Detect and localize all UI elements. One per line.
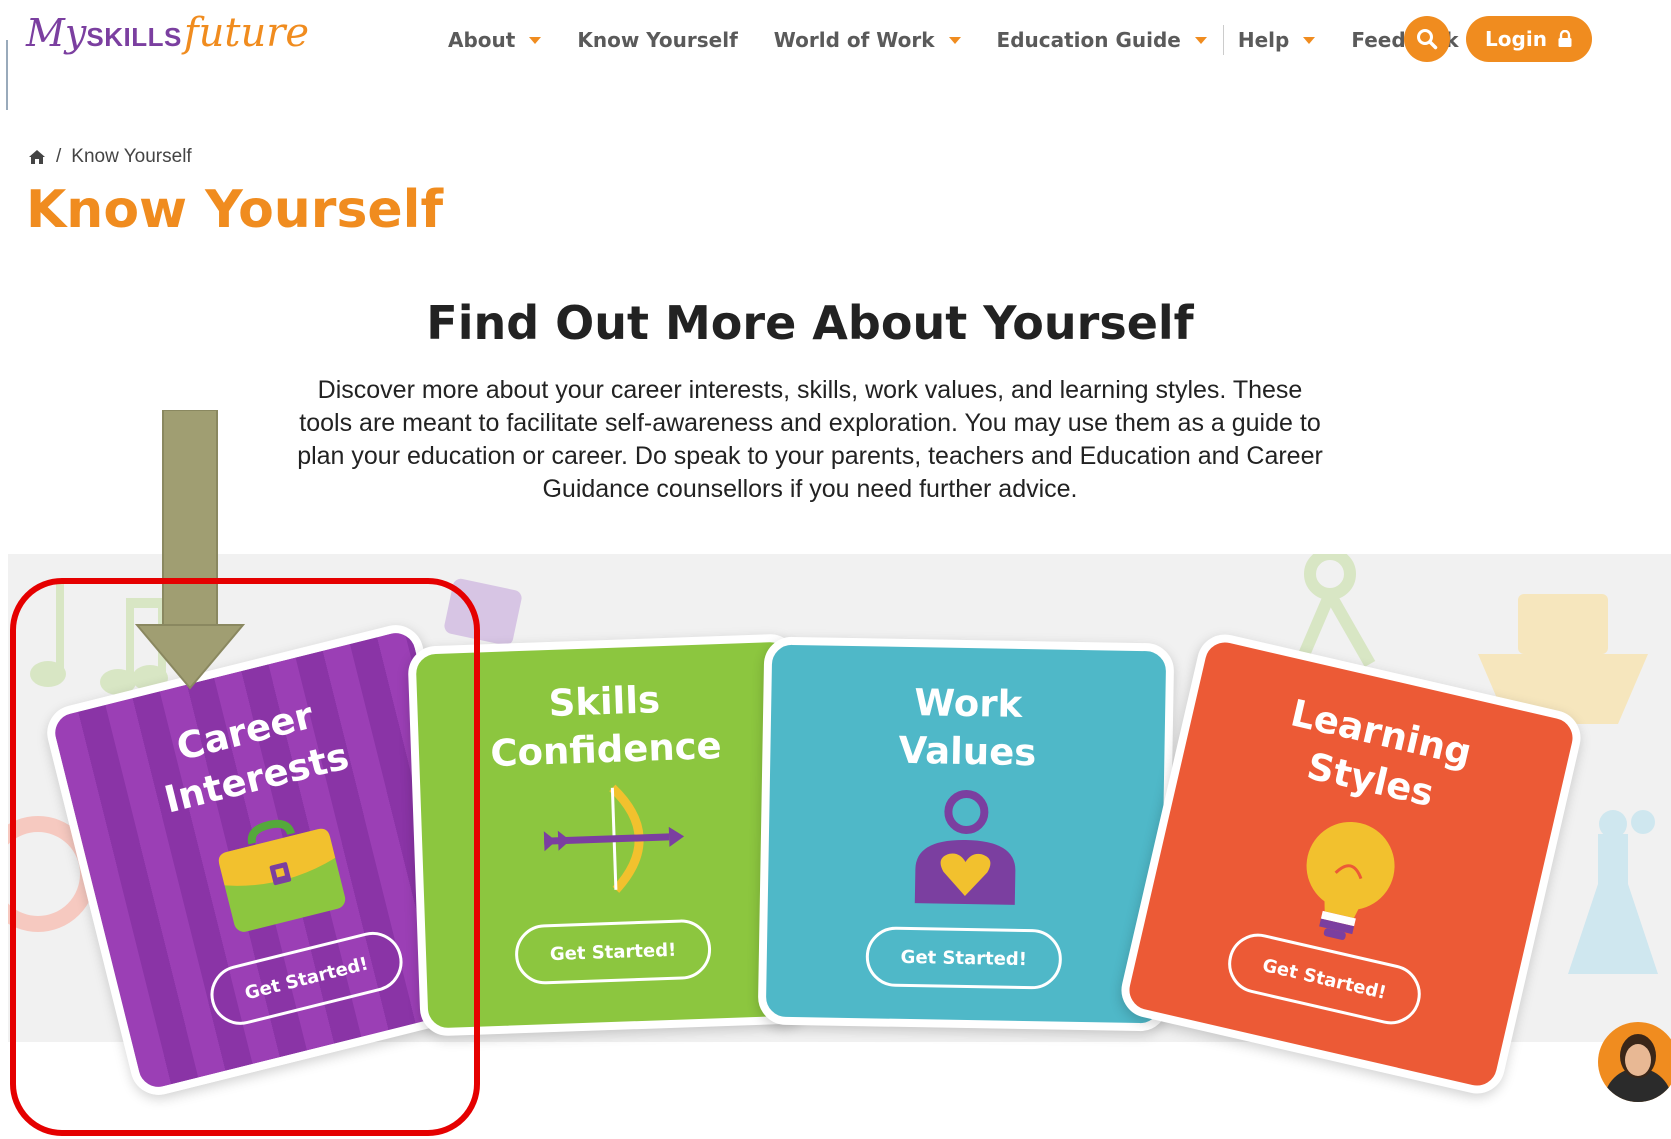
search-icon [1417, 29, 1438, 50]
skills-confidence-get-started-button[interactable]: Get Started! [514, 918, 713, 986]
bow-and-arrow-icon [543, 784, 685, 893]
lightbulb-icon [1306, 821, 1395, 940]
card-work-values[interactable]: Work Values Get Started! [757, 636, 1175, 1032]
lock-icon [1558, 30, 1572, 47]
nav-world-of-work-label: World of Work [773, 28, 935, 52]
card-work-values-title: Work Values [770, 677, 1166, 780]
chevron-down-icon [529, 36, 542, 44]
nav-world-of-work[interactable]: World of Work [774, 28, 961, 52]
site-header: My SKILLS future About Know Yourself Wor… [0, 0, 1671, 110]
card-title-line2: Values [898, 728, 1037, 775]
nav-education-guide[interactable]: Education Guide [997, 28, 1207, 52]
main-nav: About Know Yourself World of Work Educat… [448, 18, 1495, 62]
nav-help-label: Help [1237, 28, 1290, 52]
search-button[interactable] [1404, 16, 1450, 62]
section-title: Find Out More About Yourself [426, 296, 1194, 350]
learning-styles-get-started-button[interactable]: Get Started! [1222, 927, 1427, 1031]
header-divider [6, 40, 8, 110]
chevron-down-icon [948, 36, 961, 44]
work-values-get-started-button[interactable]: Get Started! [865, 926, 1063, 990]
flask-icon [1568, 810, 1658, 974]
breadcrumb-current: Know Yourself [71, 146, 192, 167]
nav-know-yourself[interactable]: Know Yourself [577, 28, 737, 52]
chevron-down-icon [1194, 36, 1207, 44]
home-icon[interactable] [28, 149, 46, 165]
login-label: Login [1485, 27, 1547, 51]
compass-icon [1294, 554, 1376, 667]
logo-skills: SKILLS [86, 22, 182, 52]
person-heart-icon [914, 790, 1016, 905]
nav-education-guide-label: Education Guide [996, 28, 1181, 52]
card-title-line1: Work [914, 681, 1023, 726]
logo-future: future [183, 10, 310, 56]
nav-help[interactable]: Help [1237, 28, 1316, 52]
myskillsfuture-logo[interactable]: My SKILLS future [26, 10, 309, 70]
login-button[interactable]: Login [1466, 16, 1592, 62]
nav-know-yourself-label: Know Yourself [577, 28, 738, 52]
breadcrumb-separator: / [56, 146, 62, 167]
page-title: Know Yourself [26, 180, 444, 240]
annotation-highlight-box [10, 578, 480, 1136]
avatar-icon [1604, 1034, 1671, 1102]
section-description: Discover more about your career interest… [297, 376, 1323, 503]
chat-assistant-avatar[interactable] [1598, 1022, 1671, 1102]
breadcrumb: / Know Yourself [28, 146, 192, 168]
nav-about[interactable]: About [448, 28, 542, 52]
chevron-down-icon [1303, 36, 1316, 44]
nav-about-label: About [448, 28, 516, 52]
logo-my: My [26, 11, 87, 55]
nav-divider [1222, 25, 1224, 55]
